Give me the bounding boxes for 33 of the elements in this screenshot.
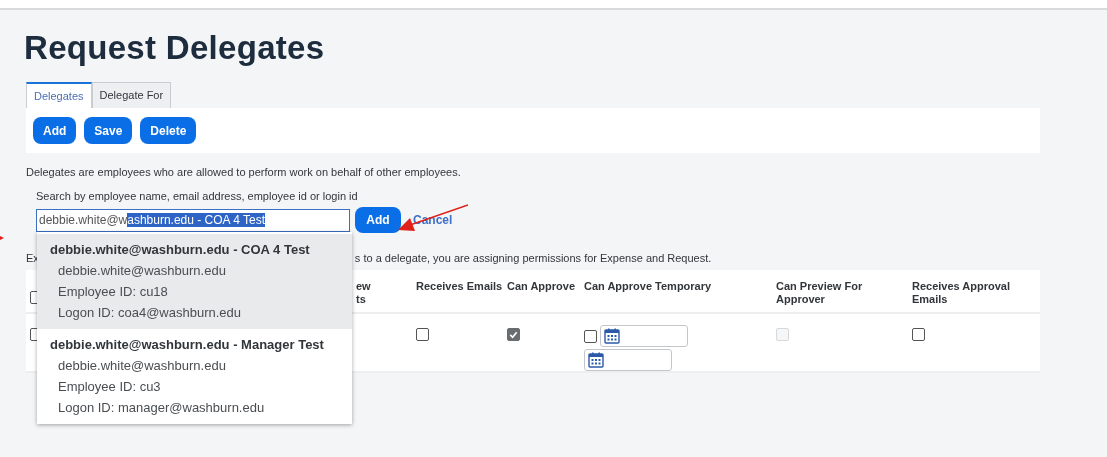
suggestion-detail: debbie.white@washburn.edu xyxy=(57,357,227,375)
column-header: ew ts xyxy=(356,270,416,314)
add-button[interactable]: Add xyxy=(355,207,401,233)
toolbar-button[interactable]: Delete xyxy=(140,117,197,144)
explanation-text: s to a delegate, you are assigning permissions for Expense and Request. xyxy=(354,252,712,266)
suggestion-detail: Logon ID: coa4@washburn.edu xyxy=(57,304,243,322)
column-header: Receives Emails xyxy=(416,270,507,314)
column-header: Can Approve xyxy=(507,270,584,314)
toolbar-button[interactable]: Save xyxy=(84,117,133,144)
checkbox[interactable] xyxy=(912,328,925,342)
search-label: Search by employee name, email address, employee id or login id xyxy=(36,190,359,204)
suggestion-detail: debbie.white@washburn.edu xyxy=(57,262,227,280)
suggestion-detail: Employee ID: cu18 xyxy=(57,283,169,301)
checkbox[interactable] xyxy=(416,328,429,342)
description-text: Delegates are employees who are allowed to perform work on behalf of other employees. xyxy=(26,166,462,180)
suggestion-item[interactable]: debbie.white@washburn.edu - Manager Test debbie.white@washburn.edu Employee ID: cu3 Logon ID: manager@washburn.edu xyxy=(37,329,352,424)
date-field[interactable] xyxy=(600,325,688,347)
page-title: Request Delegates xyxy=(24,28,326,68)
toolbar-button[interactable]: Add xyxy=(33,117,77,144)
tab[interactable]: Delegates xyxy=(26,82,92,108)
calendar-icon[interactable] xyxy=(588,352,604,368)
calendar-icon[interactable] xyxy=(604,328,620,344)
checkbox[interactable] xyxy=(584,329,597,343)
suggestion-detail: Employee ID: cu3 xyxy=(57,378,162,396)
tab[interactable]: Delegate For xyxy=(91,82,172,108)
suggestion-item[interactable]: debbie.white@washburn.edu - COA 4 Test debbie.white@washburn.edu Employee ID: cu18 Logon ID: coa4@washburn.edu xyxy=(37,234,352,329)
suggestion-title: debbie.white@washburn.edu - COA 4 Test xyxy=(50,241,311,259)
column-header: Can Preview For Approver xyxy=(776,270,912,314)
date-field[interactable] xyxy=(584,349,672,371)
column-header: Can Approve Temporary xyxy=(584,270,776,314)
suggestion-title: debbie.white@washburn.edu - Manager Test xyxy=(50,336,325,354)
column-header: Receives Approval Emails xyxy=(912,270,1040,314)
suggestion-detail: Logon ID: manager@washburn.edu xyxy=(57,399,266,417)
